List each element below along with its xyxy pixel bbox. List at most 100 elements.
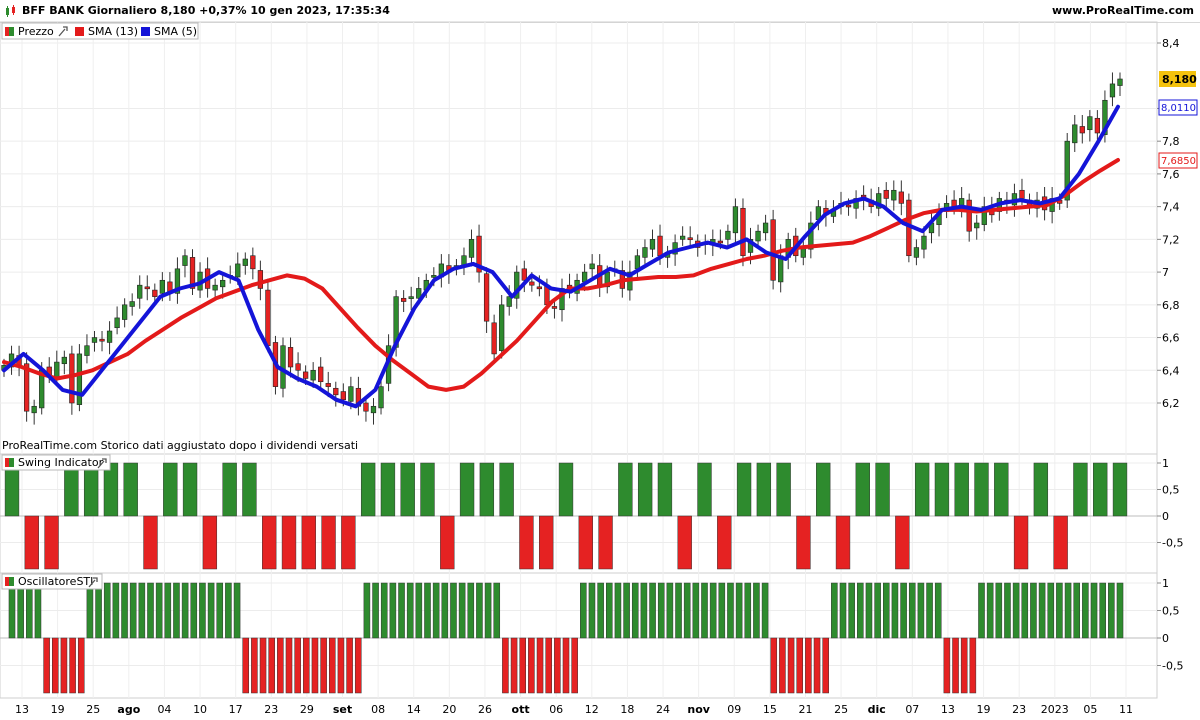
swing-bar <box>875 462 890 517</box>
candle-body <box>499 304 505 351</box>
candle-body <box>732 206 739 234</box>
swing-bar <box>321 515 336 570</box>
candle-body <box>318 366 324 383</box>
candle-body <box>287 347 294 368</box>
candle-body <box>54 361 60 378</box>
sti-bar <box>701 582 708 639</box>
sma5-line <box>2 104 1120 409</box>
sti-bar <box>857 582 864 639</box>
swing-bar <box>539 515 554 570</box>
swing-bar <box>499 462 514 517</box>
time-tick-label: 20 <box>442 703 456 716</box>
candle-body <box>883 189 889 199</box>
candle-body <box>589 263 595 270</box>
sti-bar <box>597 582 604 639</box>
sti-bar <box>787 637 795 694</box>
swing-bar <box>776 462 791 517</box>
candle-body <box>536 286 543 290</box>
candle-body <box>891 189 897 201</box>
sti-bar <box>1099 582 1106 639</box>
sti-bar <box>796 637 803 694</box>
candle-body <box>725 230 731 240</box>
swing-bar <box>202 515 218 570</box>
swing-bar <box>816 462 831 517</box>
time-tick-label: 23 <box>264 703 278 716</box>
candle-body <box>122 304 128 320</box>
time-tick-label: 23 <box>1012 703 1026 716</box>
sti-bar <box>450 582 457 639</box>
swing-bar <box>618 462 633 517</box>
candle-body <box>649 239 656 250</box>
sti-bar <box>138 582 146 639</box>
sti-bar <box>424 582 431 639</box>
sti-bar <box>363 582 371 639</box>
candle-body <box>106 330 113 343</box>
sti-bar <box>173 582 180 639</box>
price-tick-label: 7 <box>1162 266 1169 279</box>
sti-bar <box>415 582 423 639</box>
candle-body <box>687 237 693 241</box>
sti-bar <box>164 582 172 639</box>
price-tick-label: 7,4 <box>1162 201 1180 214</box>
sti-bar <box>43 637 50 694</box>
time-tick-label: 13 <box>941 703 955 716</box>
time-tick-label: 06 <box>549 703 563 716</box>
candle-body <box>137 284 143 299</box>
time-tick-label: 08 <box>371 703 385 716</box>
sti-bar <box>17 582 24 639</box>
swing-bar <box>420 462 435 517</box>
sti-bar <box>1108 582 1115 639</box>
candle-body <box>99 338 105 342</box>
time-tick-label: 07 <box>905 703 919 716</box>
sti-bar <box>519 637 526 694</box>
candle-body <box>91 337 98 343</box>
sti-bar <box>121 582 128 639</box>
candle-body <box>1109 83 1116 98</box>
candle-body <box>755 230 761 242</box>
time-tick-label: 25 <box>86 703 100 716</box>
swing-bar <box>1033 462 1049 517</box>
sti-bar <box>891 582 899 639</box>
sti-bar <box>372 582 379 639</box>
sti-bar <box>1021 582 1029 639</box>
sti-bar <box>86 582 94 639</box>
candle-body <box>401 297 407 302</box>
sti-bar <box>640 582 648 639</box>
time-tick-label: dic <box>868 703 886 716</box>
sma5-legend-swatch <box>141 27 150 36</box>
sti-bar <box>112 582 120 639</box>
chart-canvas[interactable]: 8,487,87,67,47,276,86,66,46,2131925ago04… <box>0 0 1200 720</box>
candle-body <box>76 353 83 405</box>
swing-bar <box>143 515 158 570</box>
sti-bar <box>554 637 561 694</box>
swing-bar <box>400 462 415 517</box>
time-tick-label: 21 <box>798 703 812 716</box>
candle-body <box>220 279 226 288</box>
swing-bar <box>578 515 593 570</box>
swing-bar <box>1093 462 1108 517</box>
candle-body <box>634 255 641 270</box>
time-tick-label: 26 <box>478 703 492 716</box>
sma13-legend-label: SMA (13) <box>88 25 138 38</box>
sti-bar <box>986 582 994 639</box>
swing-bar <box>994 462 1009 517</box>
candle-body <box>1079 126 1085 134</box>
sti-bar <box>484 582 492 639</box>
swing-bar <box>697 462 712 517</box>
sti-tick-label: 1 <box>1162 577 1169 590</box>
candle-body <box>340 391 346 401</box>
sti-bar <box>822 637 829 694</box>
time-tick-label: ago <box>117 703 140 716</box>
sti-bar <box>571 637 578 694</box>
sti-bar <box>207 582 215 639</box>
sti-bar <box>865 582 873 639</box>
price-tick-label: 6,8 <box>1162 299 1180 312</box>
swing-bar <box>64 462 79 517</box>
svg-text:8,180: 8,180 <box>1162 73 1197 86</box>
sti-bar <box>709 582 717 639</box>
sti-bar <box>233 582 241 639</box>
sti-bar <box>406 582 414 639</box>
sma5-value-label: 8,0110 <box>1158 99 1198 116</box>
swing-bar <box>103 462 119 517</box>
sti-bar <box>805 637 812 694</box>
